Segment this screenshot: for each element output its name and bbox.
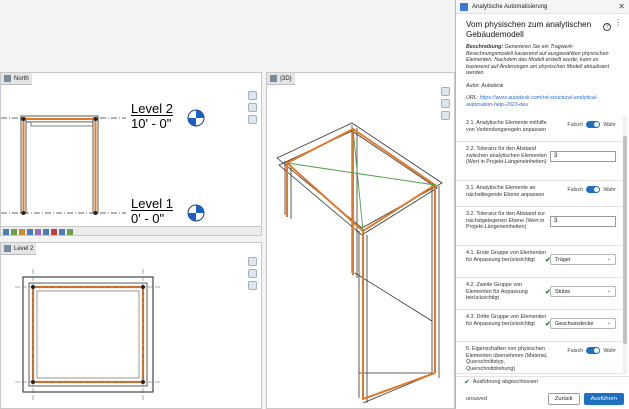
revit-app: North Level 2 10' - 0" Level 1 0' - 0" L… [0,0,629,409]
chevron-down-icon: ⌄ [606,288,611,294]
setting-label: 3.2. Toleranz für den Abstand zur nächst… [466,211,546,231]
setting-row: 4.3. Dritte Gruppe von Elementen für Anp… [456,310,624,342]
settings-scrollbar[interactable] [623,116,627,374]
setting-label: 4.3. Dritte Gruppe von Elementen für Anp… [466,314,547,327]
level-tolerance-input[interactable]: 3 [550,216,616,227]
setting-row: 4.1. Erste Gruppe von Elementen für Anpa… [456,246,624,278]
level1-name: Level 1 [131,196,173,211]
back-button[interactable]: Zurück [547,392,580,405]
setting-row: 3.1. Analytische Elemente an nächstliege… [456,181,624,207]
setting-label: 3.1. Analytische Elemente an nächstliege… [466,185,545,198]
setting-toggle[interactable]: Falsch Wahr [567,347,616,354]
setting-label: 4.1. Erste Gruppe von Elementen für Anpa… [466,250,547,263]
scrollbar-thumb[interactable] [623,136,627,344]
description-label: Beschreibung: [466,44,504,50]
author: Autor: Autodesk [466,82,504,89]
toggle-off-label: Falsch [567,186,584,193]
chevron-down-icon: ⌄ [606,256,611,262]
group1-select[interactable]: Träger ⌄ [550,254,616,265]
chevron-down-icon: ⌄ [606,320,611,326]
setting-label: 2.1. Analytische Elemente mithilfe von V… [466,120,547,133]
setting-toggle[interactable]: Falsch Wahr [567,186,616,193]
3d-view[interactable]: {3D} [266,72,455,409]
help-icon[interactable]: ? [603,23,611,31]
status-text: Ausführung abgeschlossen [472,378,538,385]
panel-titlebar: Analytische Automatisierung ✕ [456,0,629,14]
toggle-on-label: Wahr [603,347,616,354]
unsaved-label: unsaved [466,395,488,402]
plan-nav-bar[interactable] [248,257,258,290]
setting-label: 4.2. Zweite Gruppe von Elementen für Anp… [466,282,528,302]
toggle-off-label: Falsch [567,121,584,128]
description: Beschreibung: Generieren Sie ein Tragwer… [456,40,629,77]
run-button[interactable]: Ausführen [583,392,624,405]
plan-drawing [15,269,161,401]
level1-marker-icon [187,204,205,222]
setting-label: 5. Eigenschaften von physischen Elemente… [466,346,548,372]
toggle-switch[interactable] [586,347,601,354]
close-icon[interactable]: ✕ [618,2,625,11]
select-value: Stütze [555,289,571,295]
status-bar: ✔ Ausführung abgeschlossen [456,376,629,386]
elevation-nav-bar[interactable] [248,91,258,124]
select-value: Geschossdecke [555,321,594,327]
3d-nav-bar[interactable] [441,87,451,120]
elevation-view[interactable]: North Level 2 10' - 0" Level 1 0' - 0" [0,72,262,236]
select-value: Träger [555,257,571,263]
setting-row: 2.1. Analytische Elemente mithilfe von V… [456,116,624,142]
url-label: URL: [466,94,479,101]
success-check-icon: ✔ [464,378,470,386]
setting-row: 4.2. Zweite Gruppe von Elementen für Anp… [456,278,624,310]
tolerance-input[interactable]: 3 [550,151,616,162]
setting-toggle[interactable]: Falsch Wahr [567,121,616,128]
level2-marker-icon [187,109,205,127]
toggle-switch[interactable] [586,186,601,193]
settings-list[interactable]: 2.1. Analytische Elemente mithilfe von V… [456,116,624,374]
level2-label[interactable]: Level 2 10' - 0" [131,102,173,130]
level2-value: 10' - 0" [131,115,173,131]
level1-label[interactable]: Level 1 0' - 0" [131,197,173,225]
url-link[interactable]: https://www.autodesk.com/rvt-structural-… [466,95,598,108]
analytical-automation-panel: Analytische Automatisierung ✕ Vom physis… [455,0,629,409]
elevation-view-control-bar[interactable] [1,226,261,235]
panel-footer: unsaved Zurück Ausführen [456,388,629,409]
setting-row: 5. Eigenschaften von physischen Elemente… [456,342,624,374]
toggle-on-label: Wahr [603,121,616,128]
setting-row: 3.2. Toleranz für den Abstand zur nächst… [456,207,624,246]
more-options-icon[interactable]: ⋮ [614,19,622,27]
toggle-switch[interactable] [586,121,601,128]
group2-select[interactable]: Stütze ⌄ [550,286,616,297]
app-icon [460,2,468,11]
setting-row: 2.2. Toleranz für den Abstand zwischen a… [456,142,624,181]
level1-value: 0' - 0" [131,210,173,225]
toggle-on-label: Wahr [603,186,616,193]
3d-drawing [276,122,443,404]
panel-heading: Vom physischen zum analytischen Gebäudem… [466,20,592,39]
window-title: Analytische Automatisierung [472,3,548,10]
group3-select[interactable]: Geschossdecke ⌄ [550,318,616,329]
level2-name: Level 2 [131,101,173,116]
setting-label: 2.2. Toleranz für den Abstand zwischen a… [466,146,547,166]
panel-header: Vom physischen zum analytischen Gebäudem… [456,14,629,40]
url: URL: https://www.autodesk.com/rvt-struct… [456,89,629,108]
plan-view[interactable]: Level 2 [0,242,262,409]
toggle-off-label: Falsch [567,347,584,354]
